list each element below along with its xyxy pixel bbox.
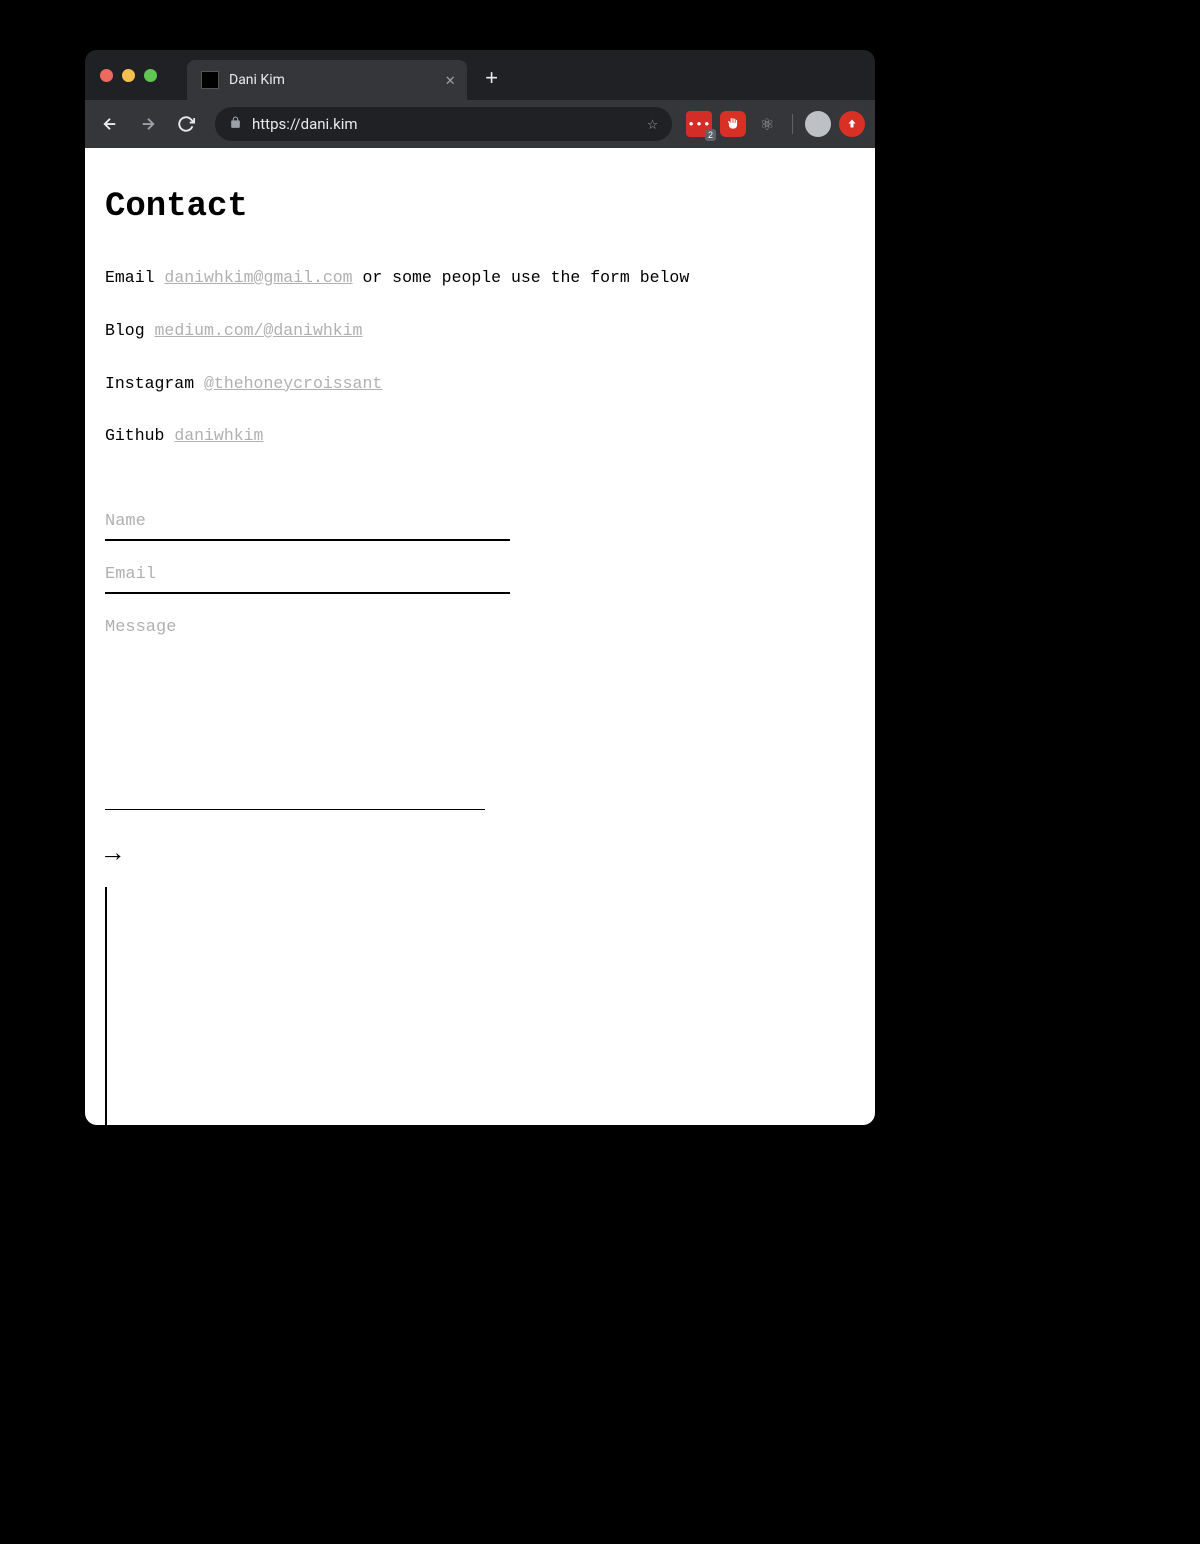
browser-window: Dani Kim ✕ + https://dani.kim ☆ ••• 2 ⚛ — [85, 50, 875, 1125]
github-label: Github — [105, 426, 164, 445]
back-button[interactable] — [95, 109, 125, 139]
blog-label: Blog — [105, 321, 145, 340]
email-suffix: or some people use the form below — [353, 268, 690, 287]
window-minimize-button[interactable] — [122, 69, 135, 82]
address-bar[interactable]: https://dani.kim ☆ — [215, 107, 672, 141]
instagram-link[interactable]: @thehoneycroissant — [204, 374, 382, 393]
extension-upload-icon[interactable] — [839, 111, 865, 137]
forward-button[interactable] — [133, 109, 163, 139]
traffic-lights — [100, 69, 157, 82]
email-input[interactable] — [105, 557, 510, 594]
page-viewport: Contact Email daniwhkim@gmail.com or som… — [85, 148, 875, 1125]
page-heading: Contact — [105, 188, 855, 226]
contact-form: → — [105, 504, 510, 1125]
toolbar: https://dani.kim ☆ ••• 2 ⚛ — [85, 100, 875, 148]
submit-button[interactable]: → — [105, 839, 121, 869]
reload-button[interactable] — [171, 109, 201, 139]
window-close-button[interactable] — [100, 69, 113, 82]
blog-link[interactable]: medium.com/@daniwhkim — [155, 321, 363, 340]
github-link[interactable]: daniwhkim — [174, 426, 263, 445]
url-text: https://dani.kim — [252, 115, 637, 133]
contact-blog-row: Blog medium.com/@daniwhkim — [105, 319, 855, 344]
extension-lastpass-icon[interactable]: ••• 2 — [686, 111, 712, 137]
extension-ublock-icon[interactable] — [720, 111, 746, 137]
contact-email-row: Email daniwhkim@gmail.com or some people… — [105, 266, 855, 291]
email-label: Email — [105, 268, 155, 287]
extension-badge: 2 — [705, 129, 716, 141]
favicon — [201, 71, 219, 89]
window-maximize-button[interactable] — [144, 69, 157, 82]
vertical-divider — [105, 887, 510, 1125]
instagram-label: Instagram — [105, 374, 194, 393]
tab-title: Dani Kim — [229, 72, 285, 88]
name-input[interactable] — [105, 504, 510, 541]
browser-tab[interactable]: Dani Kim ✕ — [187, 60, 467, 100]
titlebar: Dani Kim ✕ + — [85, 50, 875, 100]
bookmark-star-icon[interactable]: ☆ — [647, 113, 658, 135]
contact-instagram-row: Instagram @thehoneycroissant — [105, 372, 855, 397]
contact-github-row: Github daniwhkim — [105, 424, 855, 449]
extension-react-icon[interactable]: ⚛ — [754, 111, 780, 137]
toolbar-divider — [792, 114, 793, 134]
email-link[interactable]: daniwhkim@gmail.com — [164, 268, 352, 287]
profile-avatar[interactable] — [805, 111, 831, 137]
new-tab-button[interactable]: + — [485, 67, 498, 92]
lock-icon — [229, 116, 242, 133]
arrow-right-icon: → — [105, 839, 121, 869]
tab-close-button[interactable]: ✕ — [445, 70, 455, 90]
message-textarea[interactable] — [105, 610, 485, 810]
